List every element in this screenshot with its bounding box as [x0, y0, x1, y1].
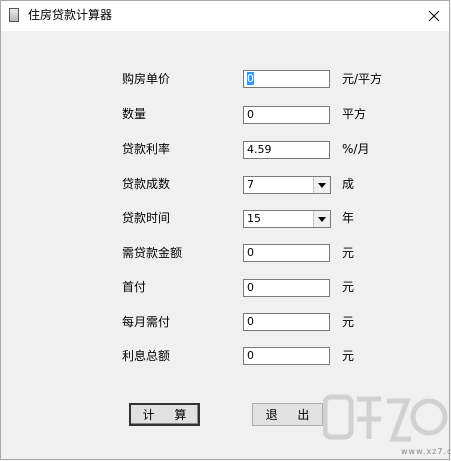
ratio-selected: 7 — [247, 178, 254, 191]
price-value: 0 — [247, 72, 254, 85]
down-payment-label: 首付 — [122, 280, 147, 294]
close-button[interactable] — [419, 1, 449, 31]
term-select[interactable]: 15 — [243, 210, 331, 228]
down-payment-unit: 元 — [342, 280, 355, 294]
chevron-down-icon — [318, 216, 326, 222]
term-dropdown-button[interactable] — [313, 211, 330, 227]
price-input[interactable]: 0 — [243, 70, 330, 88]
interest-unit: 元 — [342, 349, 355, 363]
rate-label: 贷款利率 — [122, 142, 171, 156]
interest-label: 利息总额 — [122, 349, 171, 363]
close-icon — [428, 10, 440, 22]
monthly-field[interactable]: 0 — [243, 313, 330, 331]
window-title: 住房贷款计算器 — [28, 8, 113, 22]
quantity-unit: 平方 — [342, 107, 367, 121]
ratio-unit: 成 — [342, 177, 355, 191]
watermark-logo — [323, 394, 448, 442]
ratio-select[interactable]: 7 — [243, 176, 331, 194]
ratio-label: 贷款成数 — [122, 177, 171, 191]
monthly-label: 每月需付 — [122, 315, 171, 329]
watermark-text: www.xz7.com — [401, 447, 451, 456]
ratio-dropdown-button[interactable] — [313, 177, 330, 193]
app-window: 住房贷款计算器 购房单价 0 元/平方 数量 0 平方 贷款利率 4.59 %/… — [0, 0, 451, 460]
quantity-input[interactable]: 0 — [243, 106, 330, 124]
loan-amount-field[interactable]: 0 — [243, 244, 330, 262]
quantity-label: 数量 — [122, 107, 147, 121]
chevron-down-icon — [318, 182, 326, 188]
rate-input[interactable]: 4.59 — [243, 141, 330, 159]
down-payment-field[interactable]: 0 — [243, 279, 330, 297]
price-label: 购房单价 — [122, 72, 171, 86]
term-unit: 年 — [342, 211, 355, 225]
loan-amount-label: 需贷款金额 — [122, 246, 183, 260]
price-unit: 元/平方 — [342, 72, 383, 86]
monthly-unit: 元 — [342, 315, 355, 329]
title-bar: 住房贷款计算器 — [1, 1, 449, 31]
loan-amount-unit: 元 — [342, 246, 355, 260]
term-label: 贷款时间 — [122, 211, 171, 225]
calculate-button[interactable]: 计 算 — [129, 403, 200, 426]
rate-unit: %/月 — [342, 142, 370, 156]
exit-button[interactable]: 退 出 — [252, 403, 323, 426]
interest-field[interactable]: 0 — [243, 347, 330, 365]
term-selected: 15 — [247, 212, 261, 225]
document-icon — [9, 8, 19, 22]
